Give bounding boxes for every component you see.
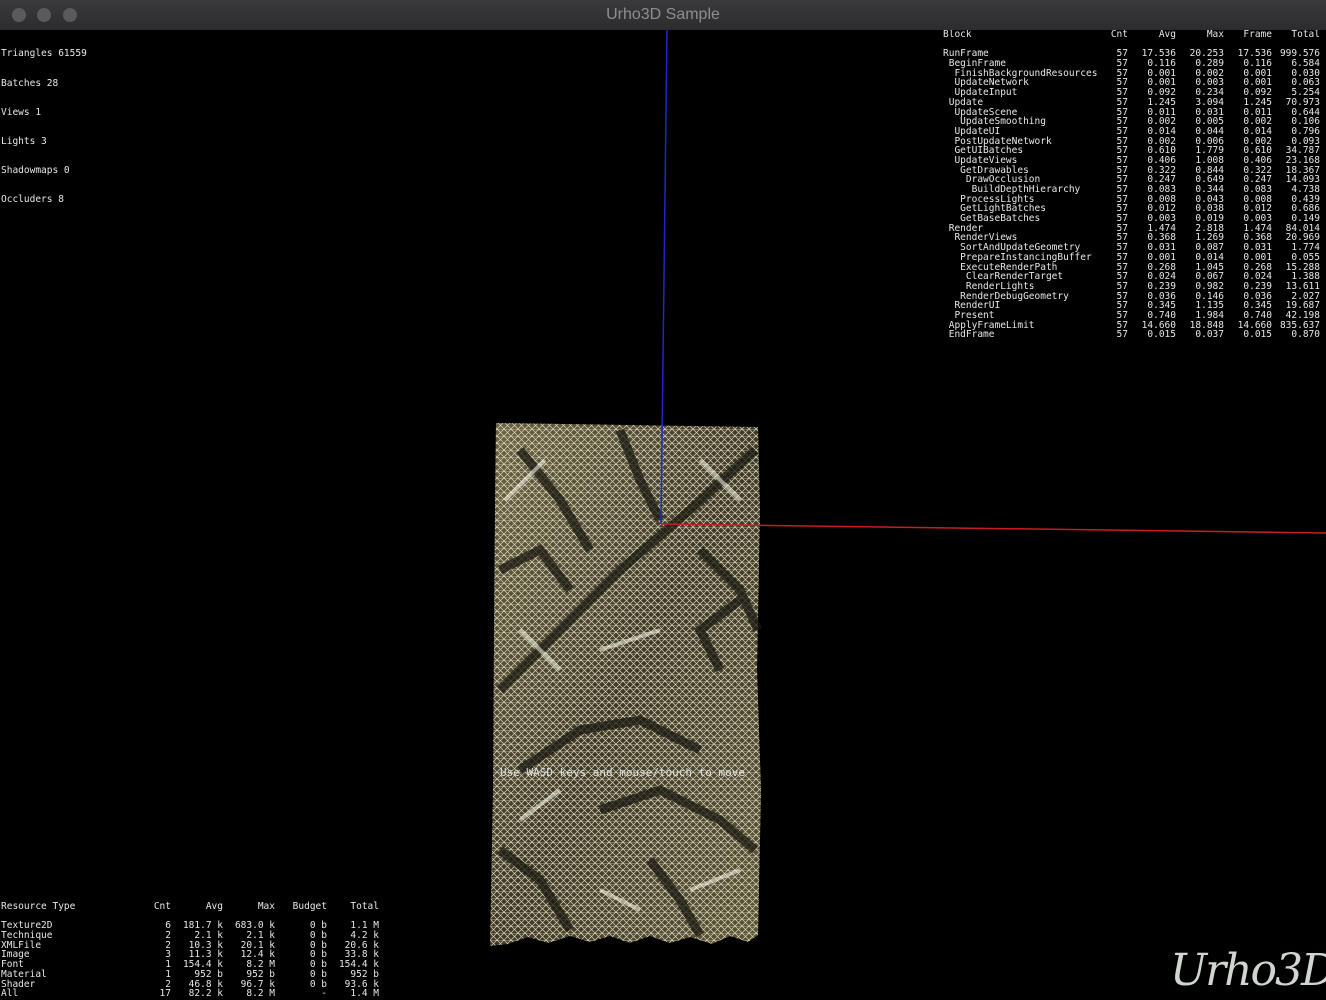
render-stats: Triangles 61559 Batches 28 Views 1 Light…: [1, 30, 87, 224]
resource-avg: 82.2 k: [188, 988, 223, 1000]
resource-type: All: [1, 988, 19, 1000]
profiler-total: 0.870: [1291, 329, 1320, 341]
resource-header-cell: Total: [350, 901, 379, 912]
stat-views: Views 1: [1, 106, 42, 118]
resource-max: 8.2 M: [246, 988, 275, 1000]
profiler-header-cell: Total: [1291, 30, 1320, 40]
profiler-header-cell: Avg: [1158, 30, 1176, 40]
profiler-cnt: 57: [1116, 329, 1128, 341]
controls-hint: Use WASD keys and mouse/touch to move: [500, 766, 746, 779]
profiler-max: 0.037: [1195, 329, 1224, 341]
window-title: Urho3D Sample: [606, 6, 720, 23]
resource-header-cell: Avg: [205, 901, 223, 912]
logo-wordmark: Urho3D: [1170, 945, 1326, 996]
resource-header-cell: Budget: [292, 901, 327, 912]
resource-table: Resource Type Cnt Avg Max Budget Total Texture…: [1, 902, 381, 999]
profiler-row: EndFrame 57 0.015 0.037 0.015 0.870: [943, 330, 1321, 340]
profiler-frame: 0.015: [1243, 329, 1272, 341]
profiler-avg: 0.015: [1147, 329, 1176, 341]
resource-header-cell: Cnt: [153, 901, 171, 912]
profiler-table: Block Cnt Avg Max Frame Total RunFrame 57 17.536…: [943, 30, 1321, 340]
stat-occluders: Occluders 8: [1, 193, 64, 205]
stat-shadowmaps: Shadowmaps 0: [1, 164, 70, 176]
profiler-header-cell: Cnt: [1110, 30, 1128, 40]
axis-x-line: [660, 523, 1326, 534]
profiler-header-cell: Max: [1206, 30, 1224, 40]
resource-cnt: 17: [159, 988, 171, 1000]
profiler-header: Block Cnt Avg Max Frame Total: [943, 30, 1321, 40]
profiler-block-name: EndFrame: [943, 329, 995, 341]
stat-triangles: Triangles 61559: [1, 48, 87, 60]
resource-header-cell: Resource Type: [1, 901, 76, 912]
resource-header: Resource Type Cnt Avg Max Budget Total: [1, 902, 381, 912]
stat-lights: Lights 3: [1, 135, 47, 147]
resource-type: Shader: [1, 978, 36, 990]
terrain-wireframe: [490, 423, 763, 946]
resource-row: All 17 82.2 k 8.2 M - 1.4 M: [1, 989, 381, 999]
resource-total: 1.4 M: [350, 988, 379, 1000]
window-titlebar[interactable]: Urho3D Sample: [0, 0, 1326, 31]
render-viewport[interactable]: Triangles 61559 Batches 28 Views 1 Light…: [0, 30, 1326, 1000]
resource-header-cell: Max: [257, 901, 275, 912]
resource-budget: -: [321, 988, 327, 1000]
urho-logo: Urho3D: [1170, 942, 1326, 1000]
profiler-header-cell: Frame: [1243, 30, 1272, 40]
resource-budget: 0 b: [309, 978, 327, 990]
stat-batches: Batches 28: [1, 77, 59, 89]
profiler-header-cell: Block: [943, 30, 972, 40]
